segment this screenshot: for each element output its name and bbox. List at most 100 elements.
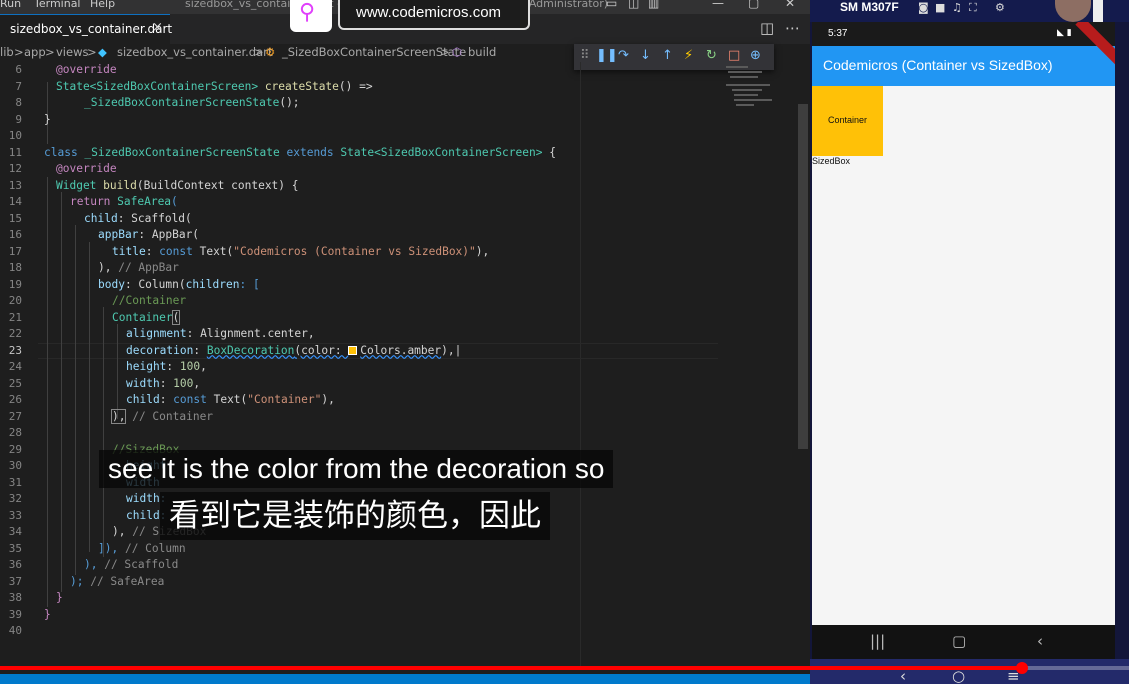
scrollbar-thumb[interactable] xyxy=(798,104,808,449)
video-progress-bar[interactable] xyxy=(0,662,1129,674)
screenshot-icon[interactable]: ◙ xyxy=(918,1,929,14)
dart-file-icon: ◆ xyxy=(98,45,107,59)
code-line-8: _SizedBoxContainerScreenState(); xyxy=(84,96,300,109)
breadcrumb-views[interactable]: views xyxy=(56,45,88,59)
minimap-line xyxy=(732,89,762,91)
editor-scrollbar[interactable] xyxy=(796,44,810,670)
maximize-icon[interactable]: ▢ xyxy=(748,0,759,10)
layout-split-icon[interactable]: ◫ xyxy=(628,0,639,10)
breadcrumb-method[interactable]: build xyxy=(468,45,496,59)
phone-screen[interactable]: 5:37 ◣ ▮ Codemicros (Container vs SizedB… xyxy=(812,22,1115,625)
app-title: Codemicros (Container vs SizedBox) xyxy=(823,57,1053,73)
inspect-icon[interactable]: ⊕ xyxy=(750,48,761,63)
pause-icon[interactable]: ❚❚ xyxy=(596,48,618,63)
line-number: 20 xyxy=(8,294,22,307)
menu-help[interactable]: Help xyxy=(90,0,115,10)
line-number: 33 xyxy=(8,508,22,522)
sizedbox-text: SizedBox xyxy=(812,156,851,166)
line-number: 17 xyxy=(8,244,22,258)
breadcrumb-file[interactable]: sizedbox_vs_container.dart xyxy=(117,45,272,59)
line-number: 40 xyxy=(8,624,22,637)
line-number: 9 xyxy=(15,112,22,126)
method-icon: ⬡ xyxy=(452,45,463,59)
breadcrumb-lib[interactable]: lib xyxy=(0,45,14,59)
breadcrumb-class[interactable]: _SizedBoxContainerScreenState xyxy=(282,45,466,59)
minimap-line xyxy=(728,71,762,73)
color-swatch-icon[interactable] xyxy=(348,345,358,355)
breadcrumb-app[interactable]: app xyxy=(24,45,46,59)
minimap[interactable] xyxy=(722,62,780,122)
more-actions-icon[interactable]: ⋯ xyxy=(785,19,800,37)
headphones-icon[interactable]: ♫ xyxy=(952,1,962,14)
breadcrumb-separator: > xyxy=(45,45,55,59)
line-number: 10 xyxy=(8,129,22,142)
presenter-avatar xyxy=(1055,0,1091,22)
minimap-line xyxy=(726,84,770,86)
close-icon[interactable]: × xyxy=(152,20,163,35)
drag-handle-icon[interactable]: ⠿ xyxy=(580,48,590,63)
website-url: www.codemicros.com xyxy=(356,4,502,21)
line-number: 11 xyxy=(8,145,22,159)
code-line-15: child: Scaffold( xyxy=(84,211,192,225)
line-number: 26 xyxy=(8,393,22,406)
stop-icon[interactable]: □ xyxy=(728,48,740,63)
menu-run[interactable]: Run xyxy=(0,0,21,10)
line-number: 24 xyxy=(8,360,22,373)
recents-icon[interactable]: ||| xyxy=(870,632,885,650)
line-number: 22 xyxy=(8,327,22,340)
class-icon: ⚙ xyxy=(265,45,276,59)
code-line-6: @override xyxy=(56,63,117,76)
back-icon[interactable]: ‹ xyxy=(1037,632,1043,650)
hot-reload-icon[interactable]: ⚡ xyxy=(684,48,693,63)
code-line-39: } xyxy=(44,607,51,621)
breadcrumb-separator: > xyxy=(14,45,24,59)
step-over-icon[interactable]: ↷ xyxy=(618,48,629,63)
menu-terminal[interactable]: Terminal xyxy=(34,0,81,10)
breadcrumb-separator: > xyxy=(440,45,450,59)
step-out-icon[interactable]: ↑ xyxy=(662,48,673,63)
code-line-12: @override xyxy=(56,162,117,175)
code-line-25: width: 100, xyxy=(126,376,201,390)
tab-sizedbox-vs-container[interactable]: sizedbox_vs_container.dart × xyxy=(0,14,172,44)
line-number: 6 xyxy=(15,63,22,76)
code-line-13: Widget build(BuildContext context) { xyxy=(56,178,299,192)
device-toolbar: SM M307F ◙ ■ ♫ ⛶ ⚙ xyxy=(810,0,1129,22)
close-window-icon[interactable]: ✕ xyxy=(785,0,795,10)
layout-icon[interactable]: ▭ xyxy=(606,0,617,10)
code-line-7: State<SizedBoxContainerScreen> createSta… xyxy=(56,79,373,93)
split-editor-icon[interactable]: ◫ xyxy=(760,19,774,37)
indent-guide xyxy=(61,192,62,592)
line-number: 38 xyxy=(8,591,22,604)
fullscreen-icon[interactable]: ⛶ xyxy=(969,1,977,15)
amber-container: Container xyxy=(812,86,883,156)
breadcrumb-separator: > xyxy=(87,45,97,59)
code-line-14: return SafeArea( xyxy=(70,195,178,208)
step-into-icon[interactable]: ↓ xyxy=(640,48,651,63)
status-bar xyxy=(0,674,810,684)
layout-panel-icon[interactable]: ▥ xyxy=(648,0,659,10)
settings-icon[interactable]: ⚙ xyxy=(995,1,1005,14)
line-number: 27 xyxy=(8,409,22,423)
line-number: 21 xyxy=(8,310,22,324)
home-icon[interactable]: ▢ xyxy=(952,632,966,650)
video-scrubber[interactable] xyxy=(1015,662,1028,674)
code-line-18: ), // AppBar xyxy=(98,261,179,274)
minimap-line xyxy=(734,99,772,101)
code-editor[interactable]: 6 7 8 9 10 11 12 13 14 15 16 17 18 19 20… xyxy=(0,62,796,670)
code-line-35: ]), // Column xyxy=(98,541,186,555)
restart-icon[interactable]: ↻ xyxy=(706,48,717,63)
line-number-active: 23 xyxy=(8,343,22,357)
line-number: 28 xyxy=(8,426,22,439)
subtitle-english: see it is the color from the decoration … xyxy=(99,450,614,488)
signal-battery-icon: ◣ ▮ xyxy=(1057,28,1072,38)
code-line-19: body: Column(children: [ xyxy=(98,277,260,291)
line-number: 16 xyxy=(8,228,22,241)
indent-guide xyxy=(47,177,48,607)
line-number: 29 xyxy=(8,442,22,456)
line-number: 19 xyxy=(8,277,22,291)
indent-guide xyxy=(103,307,104,557)
record-icon[interactable]: ■ xyxy=(935,1,945,14)
code-line-24: height: 100, xyxy=(126,360,207,373)
minimize-icon[interactable]: — xyxy=(712,0,724,10)
line-number: 7 xyxy=(15,79,22,93)
